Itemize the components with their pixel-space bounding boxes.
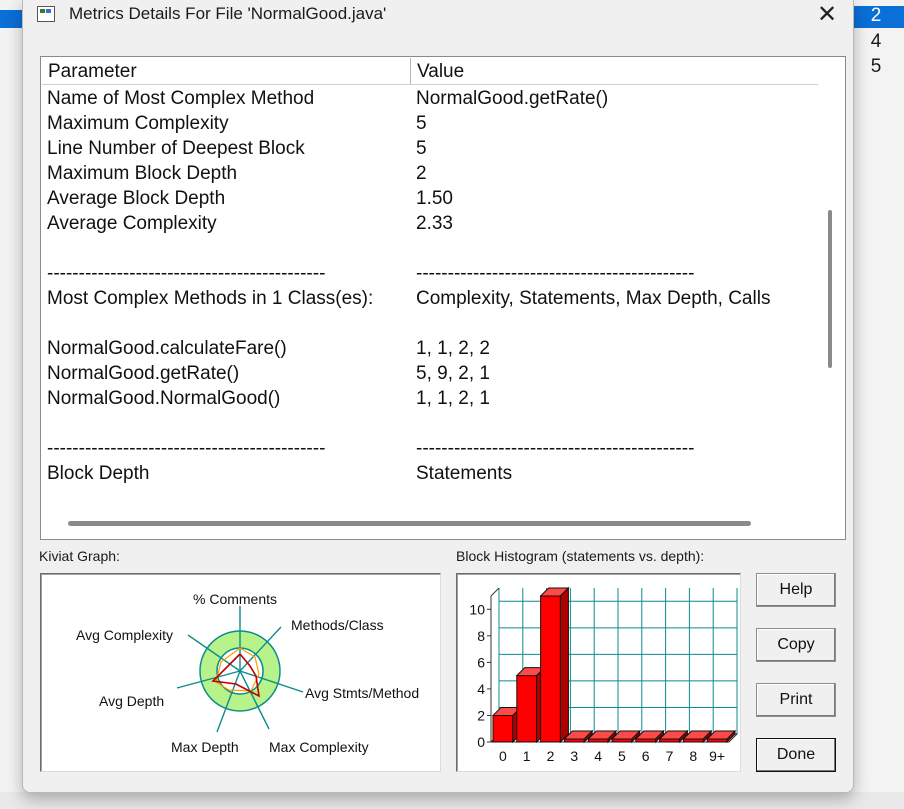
parameter-cell: Name of Most Complex Method <box>47 88 315 109</box>
histogram-x-tick-label: 0 <box>499 748 507 764</box>
parameter-cell: NormalGood.calculateFare() <box>47 338 287 359</box>
kiviat-axis-label: Avg Stmts/Method <box>305 685 419 701</box>
table-row[interactable]: Block Depth Statements <box>41 463 821 488</box>
kiviat-graph: % Comments Methods/Class Avg Stmts/Metho… <box>76 591 419 755</box>
table-row[interactable]: Average Block Depth 1.50 <box>41 188 821 213</box>
kiviat-axis-label: % Comments <box>193 591 277 607</box>
value-cell: 1, 1, 2, 1 <box>416 388 490 409</box>
histogram-x-tick-label: 8 <box>689 748 697 764</box>
table-row[interactable]: Line Number of Deepest Block 5 <box>41 138 821 163</box>
value-cell: 1.50 <box>416 188 453 209</box>
table-row[interactable]: Maximum Complexity 5 <box>41 113 821 138</box>
histogram-bar-side <box>559 586 569 744</box>
table-row[interactable]: Maximum Block Depth 2 <box>41 163 821 188</box>
parameter-cell: ----------------------------------------… <box>47 438 326 459</box>
kiviat-axis-label: Avg Depth <box>99 693 164 709</box>
table-row[interactable] <box>41 313 821 338</box>
table-row[interactable]: Name of Most Complex Method NormalGood.ge… <box>41 88 821 113</box>
histogram-x-tick-label: 7 <box>666 748 674 764</box>
histogram-bar <box>516 675 538 743</box>
histogram-bar <box>540 595 561 743</box>
parameter-cell: Maximum Complexity <box>47 113 229 134</box>
column-header-value[interactable]: Value <box>417 61 464 83</box>
parameter-cell: Block Depth <box>47 463 150 484</box>
background-list-item: 4 <box>870 31 882 52</box>
histogram-x-tick-label: 5 <box>618 748 626 764</box>
table-row[interactable]: ----------------------------------------… <box>41 263 821 288</box>
value-cell: 5 <box>416 113 427 134</box>
parameter-cell: Line Number of Deepest Block <box>47 138 305 159</box>
block-histogram-chart: 02468100 1 2 3 4 5 6 7 8 9+ <box>469 586 739 764</box>
histogram-y-tick-label: 0 <box>477 734 485 750</box>
histogram-bar <box>492 714 514 743</box>
histogram-y-tick-label: 2 <box>477 707 485 723</box>
parameter-cell: NormalGood.NormalGood() <box>47 388 281 409</box>
kiviat-axis-label: Methods/Class <box>291 617 384 633</box>
column-header-parameter[interactable]: Parameter <box>48 61 137 83</box>
background-list-item: 2 <box>870 5 882 26</box>
value-cell: ----------------------------------------… <box>416 263 695 284</box>
table-row[interactable] <box>41 238 821 263</box>
copy-button[interactable]: Copy <box>756 628 836 662</box>
kiviat-axis-label: Avg Complexity <box>76 627 173 643</box>
help-button[interactable]: Help <box>756 573 836 607</box>
histogram-x-tick-label: 9+ <box>709 748 725 764</box>
table-row[interactable]: Most Complex Methods in 1 Class(es): Comp… <box>41 288 821 313</box>
histogram-x-tick-label: 4 <box>594 748 602 764</box>
background-list-item: 5 <box>870 56 882 77</box>
title-bar[interactable]: Metrics Details For File 'NormalGood.jav… <box>23 0 853 34</box>
value-cell: Statements <box>416 463 513 484</box>
histogram-y-tick-label: 4 <box>477 681 485 697</box>
table-row[interactable] <box>41 413 821 438</box>
table-row[interactable]: ----------------------------------------… <box>41 438 821 463</box>
table-row[interactable]: NormalGood.calculateFare() 1, 1, 2, 2 <box>41 338 821 363</box>
done-button[interactable]: Done <box>756 738 836 772</box>
histogram-y-tick-label: 6 <box>477 654 485 670</box>
block-histogram-label: Block Histogram (statements vs. depth): <box>456 548 705 564</box>
histogram-axis-edge <box>490 587 500 597</box>
value-cell: 2 <box>416 163 427 184</box>
metrics-details-dialog: Metrics Details For File 'NormalGood.jav… <box>22 0 854 793</box>
column-divider[interactable] <box>410 58 411 84</box>
dialog-title: Metrics Details For File 'NormalGood.jav… <box>69 4 387 23</box>
value-cell: ----------------------------------------… <box>416 438 695 459</box>
background-desktop <box>0 792 904 809</box>
app-icon <box>37 6 55 22</box>
value-cell: 5 <box>416 138 427 159</box>
kiviat-graph-panel: % Comments Methods/Class Avg Stmts/Metho… <box>40 573 441 772</box>
histogram-x-tick-label: 1 <box>523 748 531 764</box>
table-row[interactable]: NormalGood.getRate() 5, 9, 2, 1 <box>41 363 821 388</box>
kiviat-axis-label: Max Complexity <box>269 739 369 755</box>
value-cell: 2.33 <box>416 213 453 234</box>
histogram-y-tick-label: 10 <box>469 601 485 617</box>
histogram-x-tick-label: 3 <box>570 748 578 764</box>
parameter-cell: Most Complex Methods in 1 Class(es): <box>47 288 374 309</box>
horizontal-scrollbar-thumb[interactable] <box>68 521 751 526</box>
parameter-cell: Average Complexity <box>47 213 217 234</box>
parameter-cell: Maximum Block Depth <box>47 163 238 184</box>
close-button[interactable]: ✕ <box>809 0 845 30</box>
parameter-cell: NormalGood.getRate() <box>47 363 240 384</box>
metrics-table[interactable]: Parameter Value Name of Most Complex Met… <box>40 56 846 540</box>
background-selection-bar <box>0 10 24 28</box>
value-cell: 5, 9, 2, 1 <box>416 363 490 384</box>
value-cell: NormalGood.getRate() <box>416 88 609 109</box>
table-row[interactable]: NormalGood.NormalGood() 1, 1, 2, 1 <box>41 388 821 413</box>
table-row[interactable]: Average Complexity 2.33 <box>41 213 821 238</box>
print-button[interactable]: Print <box>756 683 836 717</box>
histogram-x-tick-label: 6 <box>642 748 650 764</box>
block-histogram-panel: 0 2 4 6 8 10 0 1 2 3 4 5 6 7 8 9+ <box>456 573 741 772</box>
table-header: Parameter Value <box>42 58 818 85</box>
kiviat-graph-label: Kiviat Graph: <box>39 548 120 564</box>
histogram-x-tick-label: 2 <box>547 748 555 764</box>
histogram-y-tick-label: 8 <box>477 628 485 644</box>
vertical-scrollbar-thumb[interactable] <box>828 210 832 368</box>
parameter-cell: Average Block Depth <box>47 188 226 209</box>
parameter-cell: ----------------------------------------… <box>47 263 326 284</box>
value-cell: 1, 1, 2, 2 <box>416 338 490 359</box>
value-cell: Complexity, Statements, Max Depth, Calls <box>416 288 771 309</box>
kiviat-axis-label: Max Depth <box>171 739 239 755</box>
